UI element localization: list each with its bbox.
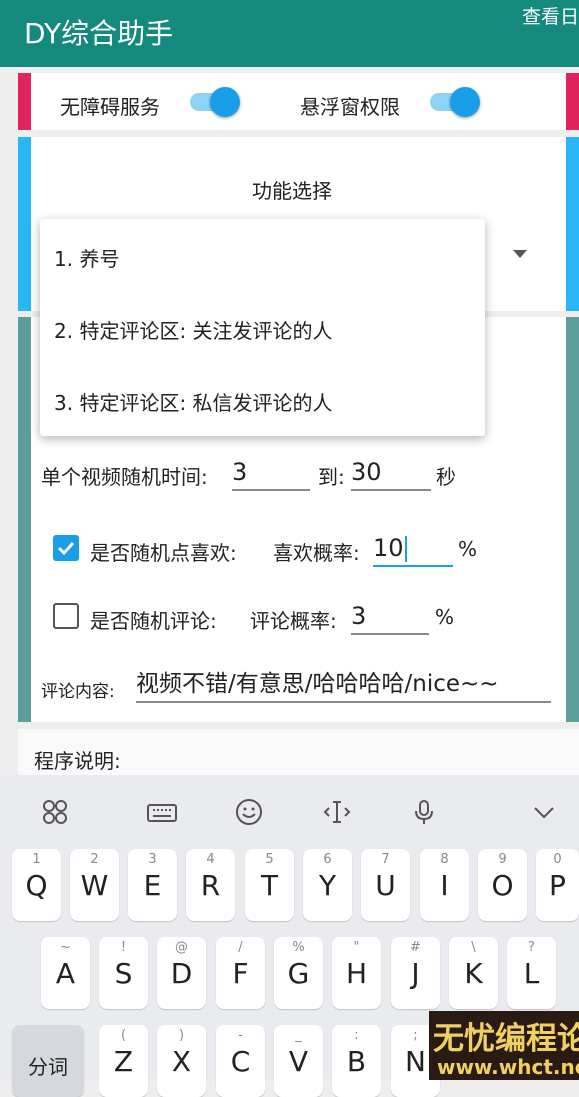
card-stripe-right (566, 73, 579, 130)
key-y[interactable]: 6Y (303, 849, 352, 921)
comment-prob-label: 评论概率: (250, 609, 337, 633)
text-cursor (404, 536, 407, 562)
switch-thumb (450, 87, 480, 117)
key-t[interactable]: 5T (245, 849, 294, 921)
program-desc-label: 程序说明: (34, 749, 121, 773)
app-bar: DY综合助手 查看日 (0, 0, 579, 67)
key-q[interactable]: 1Q (12, 849, 61, 921)
watermark-line-2: www.whct.net (437, 1055, 579, 1079)
accessibility-switch[interactable] (188, 85, 242, 117)
comment-content-input[interactable]: 视频不错/有意思/哈哈哈哈/nice~~ (136, 667, 551, 703)
text-cursor-icon[interactable] (317, 797, 357, 833)
keyboard-icon[interactable] (142, 797, 182, 833)
card-stripe-right (566, 137, 579, 311)
mic-icon[interactable] (404, 797, 444, 833)
card-stripe-left (18, 317, 31, 722)
like-percent-label: % (458, 537, 478, 561)
card-stripe-left (18, 73, 31, 130)
feature-option-1[interactable]: 1. 养号 (54, 243, 119, 272)
key-u[interactable]: 7U (361, 849, 410, 921)
key-s[interactable]: ! S (99, 937, 148, 1009)
feature-option-3[interactable]: 3. 特定评论区: 私信发评论的人 (54, 387, 333, 416)
app-title: DY综合助手 (24, 17, 174, 50)
grid-icon[interactable] (35, 797, 75, 833)
site-watermark: 无忧编程论坛 www.whct.net (429, 1011, 579, 1080)
like-prob-value: 10 (373, 534, 404, 562)
accessibility-label: 无障碍服务 (60, 95, 160, 119)
key-f[interactable]: / F (216, 937, 265, 1009)
key-z[interactable]: (Z (99, 1025, 148, 1097)
key-e[interactable]: 3E (128, 849, 177, 921)
key-w[interactable]: 2W (70, 849, 119, 921)
comment-content-label: 评论内容: (41, 682, 115, 702)
card-stripe-right (566, 317, 579, 722)
comment-percent-label: % (435, 605, 455, 629)
key-x[interactable]: ) X (157, 1025, 206, 1097)
key-k[interactable]: \ K (449, 937, 498, 1009)
key-r[interactable]: 4R (186, 849, 235, 921)
key-o[interactable]: 9O (478, 849, 527, 921)
random-like-label: 是否随机点喜欢: (90, 541, 237, 565)
key-i[interactable]: 8I (420, 849, 469, 921)
video-time-label: 单个视频随机时间: (41, 465, 208, 489)
key-b[interactable]: :B (332, 1025, 381, 1097)
switch-thumb (210, 87, 240, 117)
key-c[interactable]: -C (216, 1025, 265, 1097)
key-p[interactable]: 0P (536, 849, 579, 921)
key-h[interactable]: " H (332, 937, 381, 1009)
key-v[interactable]: _ V (274, 1025, 323, 1097)
key-g[interactable]: % G (274, 937, 323, 1009)
key-l[interactable]: ? L (507, 937, 556, 1009)
seconds-unit: 秒 (436, 465, 456, 489)
key-a[interactable]: ~ A (41, 937, 90, 1009)
random-comment-label: 是否随机评论: (90, 609, 217, 633)
random-comment-checkbox[interactable] (53, 603, 79, 629)
segment-key[interactable]: 分词 (12, 1025, 84, 1097)
comment-prob-input[interactable]: 3 (351, 599, 429, 635)
emoji-icon[interactable] (229, 797, 269, 833)
key-d[interactable]: @ D (157, 937, 206, 1009)
overlay-permission-switch[interactable] (428, 85, 482, 117)
video-time-from-input[interactable]: 3 (232, 455, 310, 491)
view-log-button[interactable]: 查看日 (522, 2, 579, 29)
to-label: 到: (318, 465, 345, 489)
overlay-permission-label: 悬浮窗权限 (300, 95, 400, 119)
like-prob-label: 喜欢概率: (273, 541, 360, 565)
watermark-line-1: 无忧编程论坛 (433, 1021, 579, 1057)
like-prob-input[interactable]: 10 (373, 531, 453, 567)
key-j[interactable]: # J (391, 937, 440, 1009)
chevron-down-icon[interactable] (524, 797, 564, 833)
video-time-to-input[interactable]: 30 (351, 455, 431, 491)
check-icon (57, 541, 75, 556)
feature-header: 功能选择 (252, 179, 332, 203)
card-stripe-left (18, 137, 31, 311)
feature-dropdown-menu: 1. 养号 2. 特定评论区: 关注发评论的人 3. 特定评论区: 私信发评论的… (40, 219, 485, 436)
dropdown-arrow-icon[interactable] (513, 250, 527, 258)
permissions-card: 无障碍服务 悬浮窗权限 (18, 73, 579, 130)
random-like-checkbox[interactable] (53, 535, 79, 561)
feature-option-2[interactable]: 2. 特定评论区: 关注发评论的人 (54, 315, 333, 344)
